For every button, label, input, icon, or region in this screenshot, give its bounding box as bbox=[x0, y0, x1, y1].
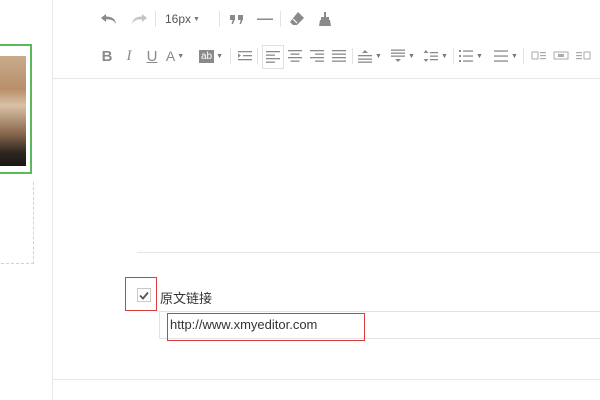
unordered-list-icon bbox=[494, 50, 508, 62]
background-color-icon: ab bbox=[199, 49, 215, 63]
toolbar-divider bbox=[257, 48, 258, 64]
chevron-down-icon: ▼ bbox=[375, 52, 382, 60]
horizontal-rule-icon[interactable] bbox=[255, 8, 275, 30]
url-highlight-box bbox=[167, 313, 365, 341]
ordered-list-icon bbox=[459, 50, 473, 62]
chevron-down-icon: ▼ bbox=[193, 15, 200, 23]
bold-button[interactable]: B bbox=[97, 45, 117, 67]
toolbar-row-2: B I U A ▼ ab ▼ ▼ ▼ ▼ ▼ ▼ bbox=[53, 43, 600, 69]
chevron-down-icon: ▼ bbox=[441, 52, 448, 60]
toolbar-divider bbox=[280, 11, 281, 27]
clear-format-icon[interactable] bbox=[287, 8, 307, 30]
font-color-icon: A bbox=[165, 48, 176, 64]
thumbnail-image bbox=[0, 56, 26, 166]
image-right-icon[interactable] bbox=[573, 45, 593, 67]
checkmark-icon bbox=[139, 291, 149, 300]
editor: 16px ▼ B I U A ▼ ab ▼ ▼ ▼ ▼ ▼ ▼ 原文链接 htt… bbox=[53, 0, 600, 400]
row-spacing-top-icon bbox=[358, 50, 372, 63]
underline-button[interactable]: U bbox=[142, 45, 162, 67]
chevron-down-icon: ▼ bbox=[476, 52, 483, 60]
line-height-icon bbox=[423, 50, 438, 62]
bottom-divider bbox=[53, 379, 600, 380]
redo-icon[interactable] bbox=[129, 8, 149, 30]
image-left-icon[interactable] bbox=[529, 45, 549, 67]
align-right-icon[interactable] bbox=[307, 45, 327, 67]
editor-toolbar: 16px ▼ B I U A ▼ ab ▼ ▼ ▼ ▼ ▼ ▼ bbox=[53, 0, 600, 79]
row-spacing-bottom-icon bbox=[391, 49, 405, 62]
undo-icon[interactable] bbox=[99, 8, 119, 30]
chevron-down-icon: ▼ bbox=[216, 52, 224, 60]
chevron-down-icon: ▼ bbox=[511, 52, 518, 60]
toolbar-row-1: 16px ▼ bbox=[53, 6, 600, 32]
toolbar-divider bbox=[155, 11, 156, 27]
font-size-dropdown[interactable]: 16px ▼ bbox=[165, 8, 200, 30]
align-justify-icon[interactable] bbox=[329, 45, 349, 67]
font-size-label: 16px bbox=[165, 12, 192, 26]
selected-article-thumbnail[interactable] bbox=[0, 44, 32, 174]
align-left-icon[interactable] bbox=[262, 45, 284, 69]
blockquote-icon[interactable] bbox=[227, 8, 247, 30]
toolbar-divider bbox=[352, 48, 353, 64]
background-color-button[interactable]: ab ▼ bbox=[199, 45, 223, 67]
chevron-down-icon: ▼ bbox=[177, 52, 185, 60]
align-center-icon[interactable] bbox=[285, 45, 305, 67]
chevron-down-icon: ▼ bbox=[408, 52, 415, 60]
italic-button[interactable]: I bbox=[119, 45, 139, 67]
font-color-button[interactable]: A ▼ bbox=[165, 45, 185, 67]
row-spacing-bottom-button[interactable]: ▼ bbox=[390, 45, 415, 67]
toolbar-divider bbox=[523, 48, 524, 64]
row-spacing-top-button[interactable]: ▼ bbox=[357, 45, 382, 67]
toolbar-divider bbox=[453, 48, 454, 64]
left-panel bbox=[0, 0, 53, 400]
original-link-checkbox[interactable] bbox=[137, 288, 151, 302]
format-painter-icon[interactable] bbox=[315, 8, 335, 30]
thumbnail-placeholder bbox=[0, 182, 34, 264]
toolbar-divider bbox=[230, 48, 231, 64]
line-height-button[interactable]: ▼ bbox=[423, 45, 448, 67]
content-divider bbox=[137, 252, 600, 253]
ordered-list-button[interactable]: ▼ bbox=[458, 45, 483, 67]
indent-icon[interactable] bbox=[235, 45, 255, 67]
original-link-label: 原文链接 bbox=[160, 292, 213, 307]
image-center-icon[interactable] bbox=[551, 45, 571, 67]
unordered-list-button[interactable]: ▼ bbox=[493, 45, 518, 67]
toolbar-divider bbox=[219, 11, 220, 27]
